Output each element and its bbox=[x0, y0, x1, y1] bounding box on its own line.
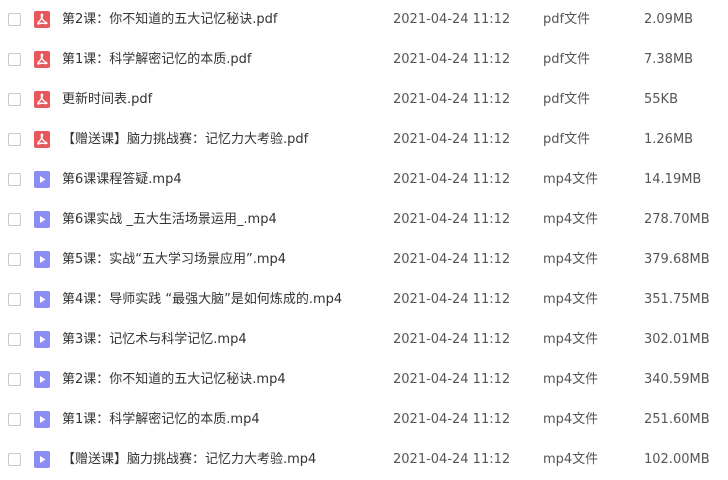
file-size: 102.00MB bbox=[644, 452, 710, 467]
row-checkbox[interactable] bbox=[8, 373, 21, 386]
file-row[interactable]: 【赠送课】脑力挑战赛：记忆力大考验.pdf 2021-04-24 11:12 pdf… bbox=[0, 120, 728, 160]
file-row[interactable]: 第5课：实战“五大学习场景应用”.mp4 2021-04-24 11:12 mp4文… bbox=[0, 240, 728, 280]
row-checkbox[interactable] bbox=[8, 93, 21, 106]
modified-date: 2021-04-24 11:12 bbox=[393, 172, 511, 187]
row-checkbox[interactable] bbox=[8, 213, 21, 226]
pdf-icon bbox=[34, 51, 50, 68]
modified-date: 2021-04-24 11:12 bbox=[393, 252, 511, 267]
file-row[interactable]: 第1课：科学解密记忆的本质.pdf 2021-04-24 11:12 pdf文件 7.… bbox=[0, 40, 728, 80]
pdf-icon bbox=[34, 91, 50, 108]
file-name[interactable]: 第2课：你不知道的五大记忆秘诀.pdf bbox=[62, 11, 277, 28]
file-size: 1.26MB bbox=[644, 132, 694, 147]
row-checkbox[interactable] bbox=[8, 453, 21, 466]
file-name[interactable]: 更新时间表.pdf bbox=[62, 91, 152, 108]
modified-date: 2021-04-24 11:12 bbox=[393, 12, 511, 27]
row-checkbox[interactable] bbox=[8, 293, 21, 306]
file-row[interactable]: 第2课：你不知道的五大记忆秘诀.pdf 2021-04-24 11:12 pdf文件… bbox=[0, 0, 728, 40]
modified-date: 2021-04-24 11:12 bbox=[393, 332, 511, 347]
file-name[interactable]: 第6课实战 _五大生活场景运用_.mp4 bbox=[62, 211, 277, 228]
file-size: 55KB bbox=[644, 92, 678, 107]
video-icon bbox=[34, 451, 50, 468]
video-icon bbox=[34, 211, 50, 228]
video-icon bbox=[34, 371, 50, 388]
row-checkbox[interactable] bbox=[8, 413, 21, 426]
file-type: mp4文件 bbox=[543, 172, 599, 187]
file-name[interactable]: 第1课：科学解密记忆的本质.pdf bbox=[62, 51, 251, 68]
file-type: mp4文件 bbox=[543, 412, 599, 427]
file-row[interactable]: 第4课：导师实践 “最强大脑”是如何炼成的.mp4 2021-04-24 11:1… bbox=[0, 280, 728, 320]
row-checkbox[interactable] bbox=[8, 333, 21, 346]
row-checkbox[interactable] bbox=[8, 13, 21, 26]
video-icon bbox=[34, 251, 50, 268]
file-size: 278.70MB bbox=[644, 212, 710, 227]
file-type: mp4文件 bbox=[543, 252, 599, 267]
file-type: mp4文件 bbox=[543, 292, 599, 307]
file-name[interactable]: 第2课：你不知道的五大记忆秘诀.mp4 bbox=[62, 371, 286, 388]
modified-date: 2021-04-24 11:12 bbox=[393, 132, 511, 147]
file-row[interactable]: 第6课课程答疑.mp4 2021-04-24 11:12 mp4文件 14.19MB bbox=[0, 160, 728, 200]
file-size: 2.09MB bbox=[644, 12, 694, 27]
file-row[interactable]: 第1课：科学解密记忆的本质.mp4 2021-04-24 11:12 mp4文件 25… bbox=[0, 400, 728, 440]
file-type: mp4文件 bbox=[543, 452, 599, 467]
video-icon bbox=[34, 171, 50, 188]
file-size: 379.68MB bbox=[644, 252, 710, 267]
file-size: 340.59MB bbox=[644, 372, 710, 387]
row-checkbox[interactable] bbox=[8, 173, 21, 186]
file-name[interactable]: 【赠送课】脑力挑战赛：记忆力大考验.mp4 bbox=[62, 451, 316, 468]
file-type: pdf文件 bbox=[543, 12, 591, 27]
file-size: 251.60MB bbox=[644, 412, 710, 427]
modified-date: 2021-04-24 11:12 bbox=[393, 212, 511, 227]
file-size: 351.75MB bbox=[644, 292, 710, 307]
video-icon bbox=[34, 411, 50, 428]
modified-date: 2021-04-24 11:12 bbox=[393, 372, 511, 387]
file-row[interactable]: 第6课实战 _五大生活场景运用_.mp4 2021-04-24 11:12 mp4文… bbox=[0, 200, 728, 240]
video-icon bbox=[34, 291, 50, 308]
file-size: 14.19MB bbox=[644, 172, 702, 187]
video-icon bbox=[34, 331, 50, 348]
row-checkbox[interactable] bbox=[8, 53, 21, 66]
file-size: 7.38MB bbox=[644, 52, 694, 67]
file-type: pdf文件 bbox=[543, 132, 591, 147]
file-row[interactable]: 更新时间表.pdf 2021-04-24 11:12 pdf文件 55KB bbox=[0, 80, 728, 120]
file-name[interactable]: 第4课：导师实践 “最强大脑”是如何炼成的.mp4 bbox=[62, 291, 342, 308]
row-checkbox[interactable] bbox=[8, 133, 21, 146]
file-type: mp4文件 bbox=[543, 332, 599, 347]
pdf-icon bbox=[34, 11, 50, 28]
file-row[interactable]: 第2课：你不知道的五大记忆秘诀.mp4 2021-04-24 11:12 mp4文件… bbox=[0, 360, 728, 400]
file-name[interactable]: 第5课：实战“五大学习场景应用”.mp4 bbox=[62, 251, 286, 268]
file-type: pdf文件 bbox=[543, 52, 591, 67]
modified-date: 2021-04-24 11:12 bbox=[393, 52, 511, 67]
modified-date: 2021-04-24 11:12 bbox=[393, 452, 511, 467]
pdf-icon bbox=[34, 131, 50, 148]
modified-date: 2021-04-24 11:12 bbox=[393, 92, 511, 107]
file-size: 302.01MB bbox=[644, 332, 710, 347]
file-name[interactable]: 第1课：科学解密记忆的本质.mp4 bbox=[62, 411, 260, 428]
file-list: 第2课：你不知道的五大记忆秘诀.pdf 2021-04-24 11:12 pdf文件… bbox=[0, 0, 728, 472]
modified-date: 2021-04-24 11:12 bbox=[393, 412, 511, 427]
file-name[interactable]: 【赠送课】脑力挑战赛：记忆力大考验.pdf bbox=[62, 131, 308, 148]
modified-date: 2021-04-24 11:12 bbox=[393, 292, 511, 307]
file-row[interactable]: 第3课：记忆术与科学记忆.mp4 2021-04-24 11:12 mp4文件 302… bbox=[0, 320, 728, 360]
file-name[interactable]: 第3课：记忆术与科学记忆.mp4 bbox=[62, 331, 247, 348]
file-row[interactable]: 【赠送课】脑力挑战赛：记忆力大考验.mp4 2021-04-24 11:12 mp4… bbox=[0, 440, 728, 480]
file-type: pdf文件 bbox=[543, 92, 591, 107]
file-type: mp4文件 bbox=[543, 372, 599, 387]
file-name[interactable]: 第6课课程答疑.mp4 bbox=[62, 171, 182, 188]
file-type: mp4文件 bbox=[543, 212, 599, 227]
row-checkbox[interactable] bbox=[8, 253, 21, 266]
